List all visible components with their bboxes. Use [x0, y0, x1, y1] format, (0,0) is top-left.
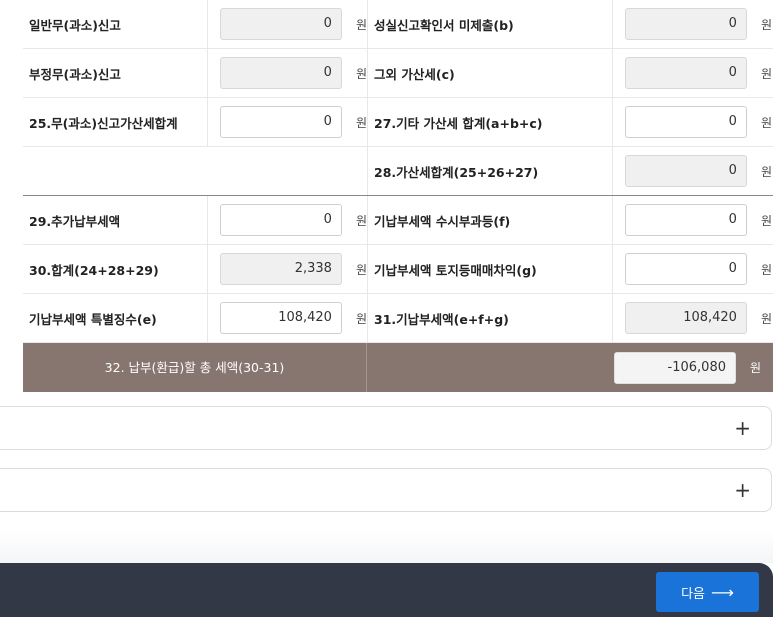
total-tax-amount: -106,080 [614, 351, 736, 384]
amount-field-readonly: 0 [625, 57, 747, 89]
unit-label: 원 [355, 213, 367, 228]
table-row: 기납부세액 특별징수(e) 108,420 원 31.기납부세액(e+f+g) … [23, 294, 773, 343]
tax-calculation-table: 일반무(과소)신고 0 원 성실신고확인서 미제출(b) 0 원 부정무(과소)… [23, 0, 773, 392]
row-label: 성실신고확인서 미제출(b) [367, 0, 612, 48]
unit-label: 원 [760, 17, 772, 32]
row-label: 기납부세액 특별징수(e) [29, 311, 157, 327]
total-tax-label: 32. 납부(환급)할 총 세액(30-31) [23, 343, 367, 392]
amount-cell: 0 원 [612, 196, 772, 244]
amount-field-readonly: 2,338 [220, 253, 342, 285]
amount-input[interactable]: 0 [220, 204, 342, 236]
amount-input[interactable]: 0 [625, 106, 747, 138]
amount-input[interactable]: 0 [625, 253, 747, 285]
unit-label: 원 [355, 262, 367, 277]
amount-input[interactable]: 108,420 [220, 302, 342, 334]
total-amount-cell: -106,080 원 [612, 343, 761, 392]
row-label: 27.기타 가산세 합계(a+b+c) [367, 98, 612, 146]
amount-input[interactable]: 0 [220, 106, 342, 138]
table-row: 부정무(과소)신고 0 원 그외 가산세(c) 0 원 [23, 49, 773, 98]
empty-cell [367, 343, 612, 392]
unit-label: 원 [760, 213, 772, 228]
row-label: 25.무(과소)신고가산세합계 [29, 115, 178, 131]
amount-cell: 108,420 원 [207, 294, 367, 342]
amount-field-readonly: 0 [625, 155, 747, 187]
amount-field-readonly: 0 [625, 8, 747, 40]
amount-field-readonly: 0 [220, 8, 342, 40]
row-label: 기납부세액 토지등매매차익(g) [367, 245, 612, 293]
unit-label: 원 [355, 115, 367, 130]
amount-cell: 2,338 원 [207, 245, 367, 293]
amount-cell: 0 원 [207, 98, 367, 146]
amount-cell: 0 원 [207, 0, 367, 48]
amount-cell: 0 원 [612, 0, 772, 48]
amount-cell: 0 원 [207, 196, 367, 244]
row-label: 부정무(과소)신고 [29, 66, 121, 82]
unit-label: 원 [760, 66, 772, 81]
row-label: 그외 가산세(c) [367, 49, 612, 97]
row-label: 28.가산세합계(25+26+27) [367, 147, 612, 195]
amount-field-readonly: 108,420 [625, 302, 747, 334]
amount-field-readonly: 0 [220, 57, 342, 89]
table-row: 30.합계(24+28+29) 2,338 원 기납부세액 토지등매매차익(g)… [23, 245, 773, 294]
empty-cell [23, 147, 367, 195]
unit-label: 원 [355, 66, 367, 81]
bottom-action-bar: 다음 ⟶ [0, 563, 773, 617]
amount-input[interactable]: 0 [625, 204, 747, 236]
arrow-right-icon: ⟶ [710, 582, 734, 602]
expand-plus-icon[interactable]: + [734, 478, 751, 502]
row-label: 기납부세액 수시부과등(f) [367, 196, 612, 244]
table-row: 25.무(과소)신고가산세합계 0 원 27.기타 가산세 합계(a+b+c) … [23, 98, 773, 147]
amount-cell: 108,420 원 [612, 294, 772, 342]
unit-label: 원 [760, 115, 772, 130]
table-row: 29.추가납부세액 0 원 기납부세액 수시부과등(f) 0 원 [23, 196, 773, 245]
row-label: 30.합계(24+28+29) [29, 262, 159, 278]
amount-cell: 0 원 [612, 147, 772, 195]
accordion-panel-collapsed[interactable]: + [0, 406, 772, 450]
total-tax-row: 32. 납부(환급)할 총 세액(30-31) -106,080 원 [23, 343, 773, 392]
amount-cell: 0 원 [207, 49, 367, 97]
amount-cell: 0 원 [612, 98, 772, 146]
unit-label: 원 [760, 164, 772, 179]
amount-cell: 0 원 [612, 245, 772, 293]
row-label: 31.기납부세액(e+f+g) [367, 294, 612, 342]
footer-fade [0, 530, 773, 563]
unit-label: 원 [355, 17, 367, 32]
unit-label: 원 [760, 262, 772, 277]
row-label: 29.추가납부세액 [29, 213, 121, 229]
accordion-panel-collapsed[interactable]: + [0, 468, 772, 512]
unit-label: 원 [760, 311, 772, 326]
amount-cell: 0 원 [612, 49, 772, 97]
unit-label: 원 [750, 361, 762, 375]
next-button[interactable]: 다음 ⟶ [656, 572, 759, 612]
expand-plus-icon[interactable]: + [734, 416, 751, 440]
unit-label: 원 [355, 311, 367, 326]
row-label: 일반무(과소)신고 [29, 17, 121, 33]
table-row: 일반무(과소)신고 0 원 성실신고확인서 미제출(b) 0 원 [23, 0, 773, 49]
next-button-label: 다음 [681, 586, 705, 602]
table-row: 28.가산세합계(25+26+27) 0 원 [23, 147, 773, 196]
